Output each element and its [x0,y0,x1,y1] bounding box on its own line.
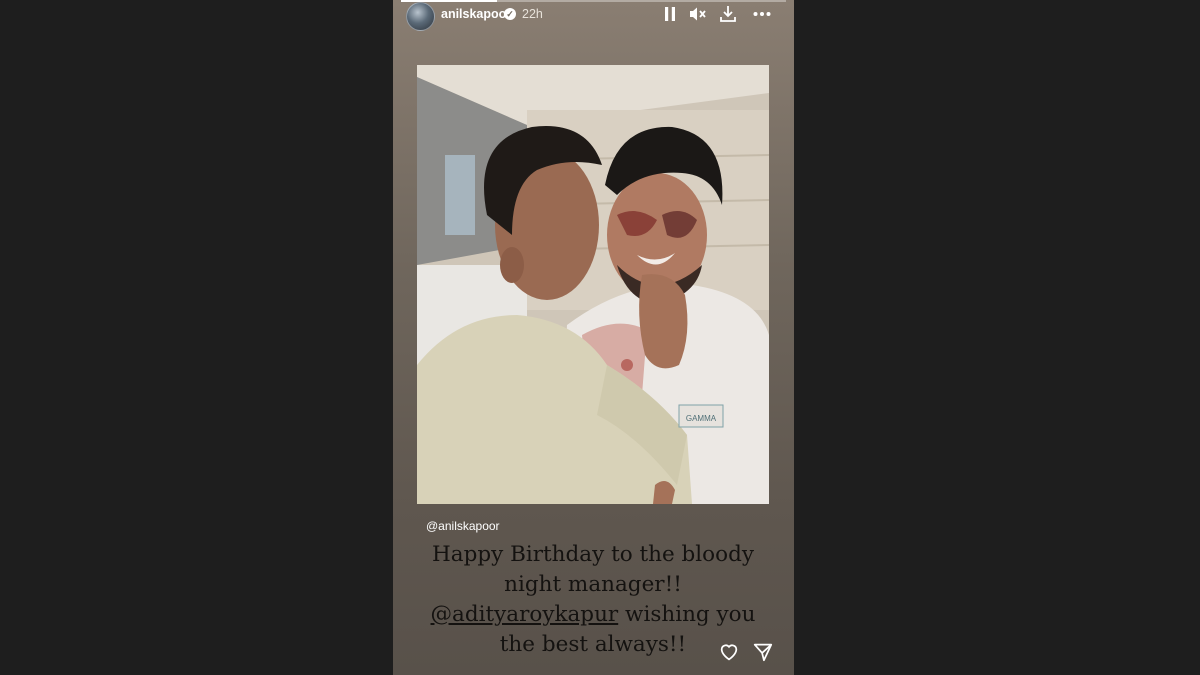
caption-line: the best always!! [499,632,687,657]
story-card[interactable]: anilskapoor ✓ 22h GAMMA @anilskapoor Hap… [393,0,794,675]
story-progress-bar [401,0,786,2]
avatar[interactable] [406,2,435,31]
caption-text: Happy Birthday to the bloody night manag… [417,540,769,660]
download-icon[interactable] [718,4,738,24]
mute-icon[interactable] [688,4,708,24]
caption-fragment: wishing you [618,602,756,627]
post-time: 22h [522,7,543,21]
story-photo: GAMMA [417,65,769,504]
more-icon[interactable] [752,4,772,24]
viewer-background: anilskapoor ✓ 22h GAMMA @anilskapoor Hap… [0,0,1200,675]
username[interactable]: anilskapoor [441,7,511,21]
verified-badge-icon: ✓ [504,8,516,20]
caption-line: Happy Birthday to the bloody [432,542,754,567]
mention-sticker[interactable]: @anilskapoor [426,519,500,533]
jacket-label: GAMMA [686,414,717,423]
user-tag-link[interactable]: @adityaroykapur [431,602,619,627]
pause-icon[interactable] [660,4,680,24]
caption-line: night manager!! [504,572,682,597]
heart-icon[interactable] [718,641,740,663]
story-header: anilskapoor ✓ 22h [393,0,794,34]
send-icon[interactable] [752,641,774,663]
caption-line: @adityaroykapur wishing you [417,600,769,630]
